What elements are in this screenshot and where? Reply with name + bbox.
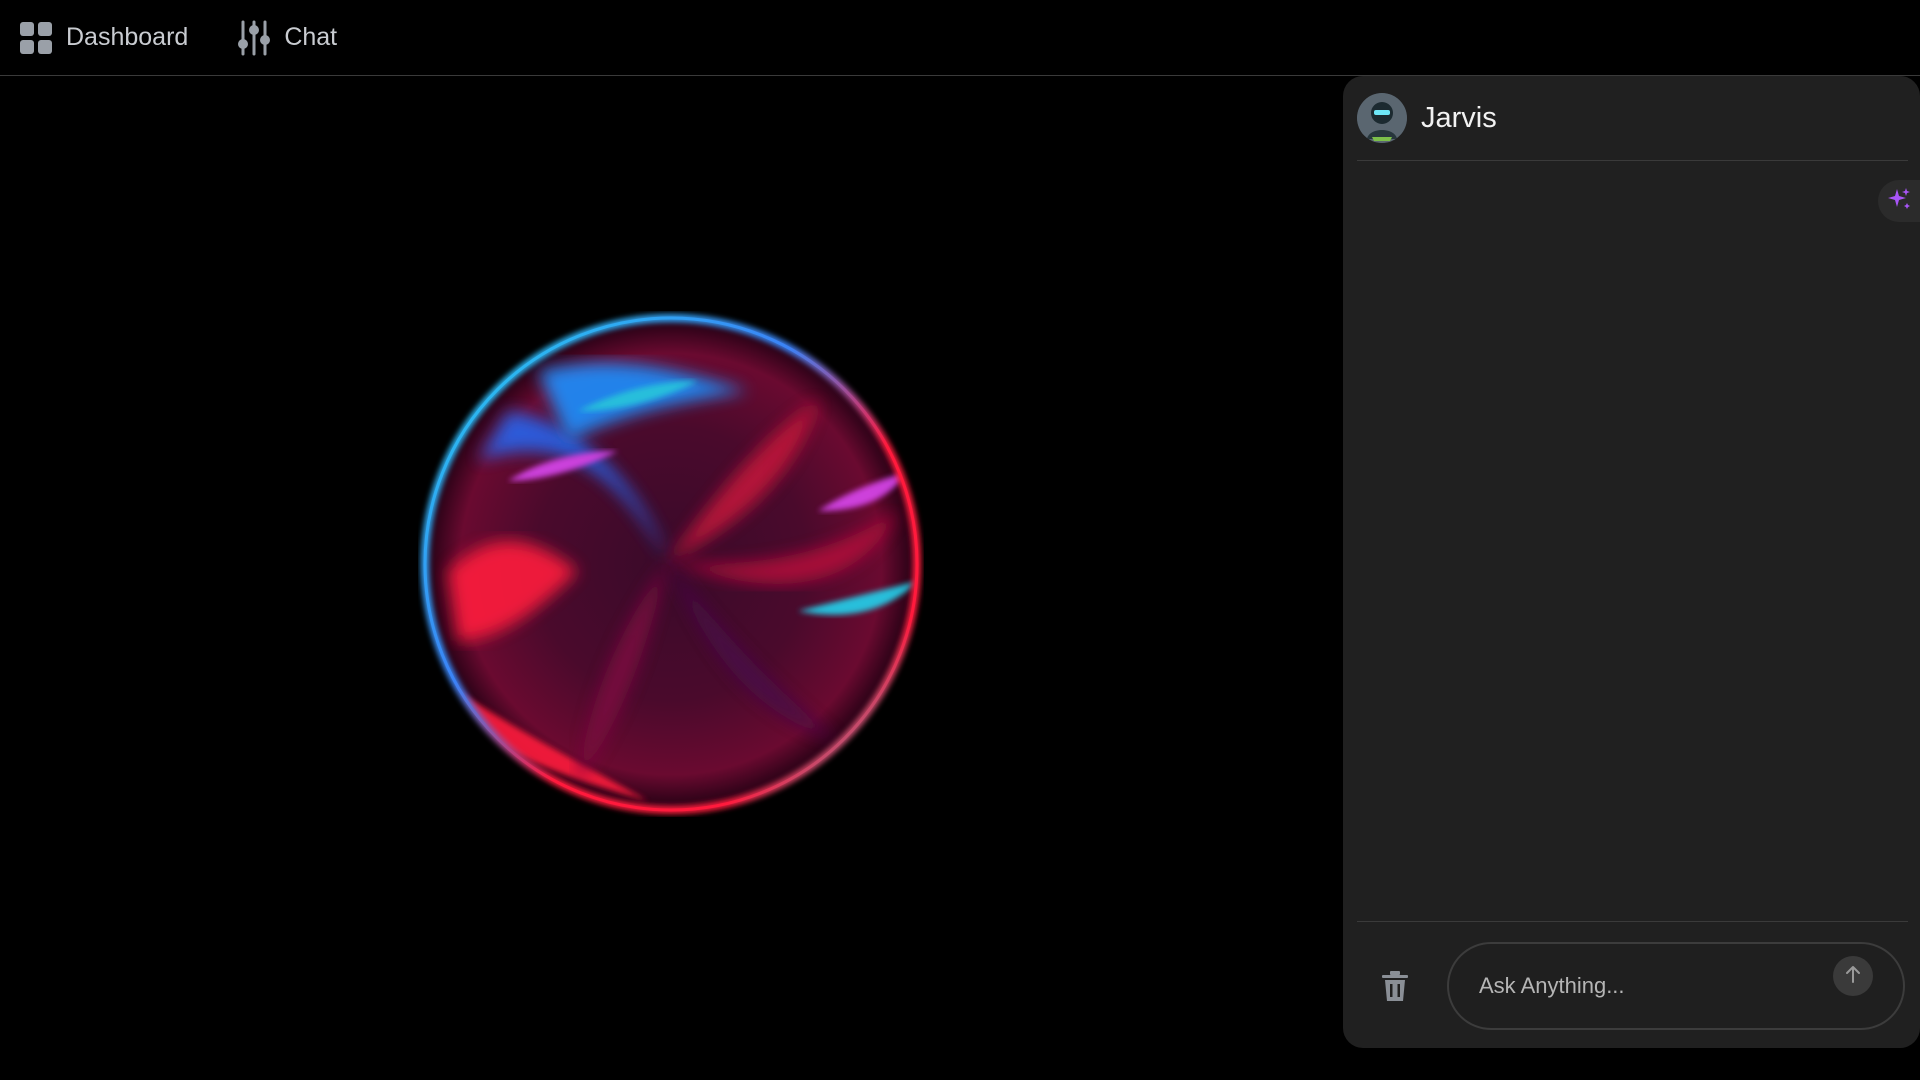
grid-icon (20, 21, 52, 54)
trash-icon (1380, 970, 1410, 1007)
top-nav: Dashboard Chat (0, 0, 1920, 76)
sliders-icon (238, 20, 271, 56)
nav-chat-label: Chat (284, 23, 338, 51)
arrow-up-icon (1844, 964, 1862, 989)
clear-chat-button[interactable] (1377, 970, 1413, 1006)
send-button[interactable] (1833, 956, 1873, 996)
nav-chat[interactable]: Chat (238, 20, 337, 56)
chat-header: Jarvis (1357, 76, 1908, 161)
message-list (1357, 162, 1908, 916)
nav-dashboard[interactable]: Dashboard (20, 21, 189, 54)
plasma-orb (418, 311, 924, 817)
chat-panel: Jarvis (1343, 76, 1920, 1048)
nav-dashboard-label: Dashboard (66, 23, 189, 51)
message-input[interactable] (1479, 968, 1819, 1004)
message-input-box (1447, 942, 1905, 1030)
agent-name: Jarvis (1421, 101, 1497, 134)
robot-avatar (1357, 93, 1407, 143)
chat-footer (1357, 921, 1908, 1048)
visualizer-stage (0, 77, 1340, 1080)
